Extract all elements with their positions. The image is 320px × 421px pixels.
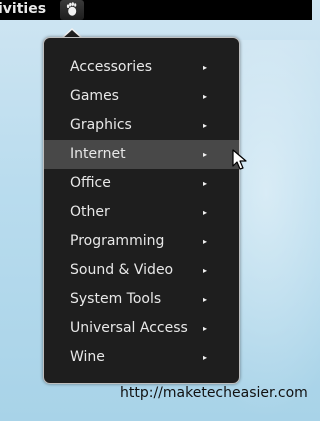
gnome-foot-icon — [66, 2, 77, 16]
menu-item-games[interactable]: Games ▸ — [44, 82, 239, 111]
menu-item-label: Accessories — [70, 59, 153, 75]
menu-item-label: System Tools — [70, 291, 162, 307]
chevron-right-icon: ▸ — [203, 92, 208, 101]
menu-item-accessories[interactable]: Accessories ▸ — [44, 53, 239, 82]
chevron-right-icon: ▸ — [203, 266, 208, 275]
applications-menu: Accessories ▸ Games ▸ Graphics ▸ Interne… — [43, 37, 240, 384]
chevron-right-icon: ▸ — [203, 237, 208, 246]
mouse-pointer-icon — [232, 149, 247, 170]
menu-item-label: Office — [70, 175, 111, 191]
menu-item-label: Games — [70, 88, 119, 104]
menu-item-label: Internet — [70, 146, 126, 162]
menu-item-other[interactable]: Other ▸ — [44, 198, 239, 227]
menu-item-label: Programming — [70, 233, 165, 249]
activities-button[interactable]: ivities — [0, 0, 46, 20]
chevron-right-icon: ▸ — [203, 208, 208, 217]
menu-item-office[interactable]: Office ▸ — [44, 169, 239, 198]
chevron-right-icon: ▸ — [203, 150, 208, 159]
menu-item-label: Wine — [70, 349, 105, 365]
menu-item-label: Sound & Video — [70, 262, 174, 278]
menu-item-system-tools[interactable]: System Tools ▸ — [44, 285, 239, 314]
top-bar: ivities — [0, 0, 312, 20]
menu-item-programming[interactable]: Programming ▸ — [44, 227, 239, 256]
chevron-right-icon: ▸ — [203, 179, 208, 188]
menu-item-universal-access[interactable]: Universal Access ▸ — [44, 314, 239, 343]
menu-item-sound-video[interactable]: Sound & Video ▸ — [44, 256, 239, 285]
watermark-text: http://maketecheasier.com — [120, 385, 308, 401]
menu-item-label: Other — [70, 204, 110, 220]
menu-item-wine[interactable]: Wine ▸ — [44, 343, 239, 372]
menu-item-internet[interactable]: Internet ▸ — [44, 140, 239, 169]
chevron-right-icon: ▸ — [203, 324, 208, 333]
chevron-right-icon: ▸ — [203, 295, 208, 304]
menu-item-label: Universal Access — [70, 320, 188, 336]
menu-item-graphics[interactable]: Graphics ▸ — [44, 111, 239, 140]
menu-item-label: Graphics — [70, 117, 132, 133]
chevron-right-icon: ▸ — [203, 353, 208, 362]
chevron-right-icon: ▸ — [203, 121, 208, 130]
applications-menu-button[interactable] — [60, 0, 84, 20]
chevron-right-icon: ▸ — [203, 63, 208, 72]
